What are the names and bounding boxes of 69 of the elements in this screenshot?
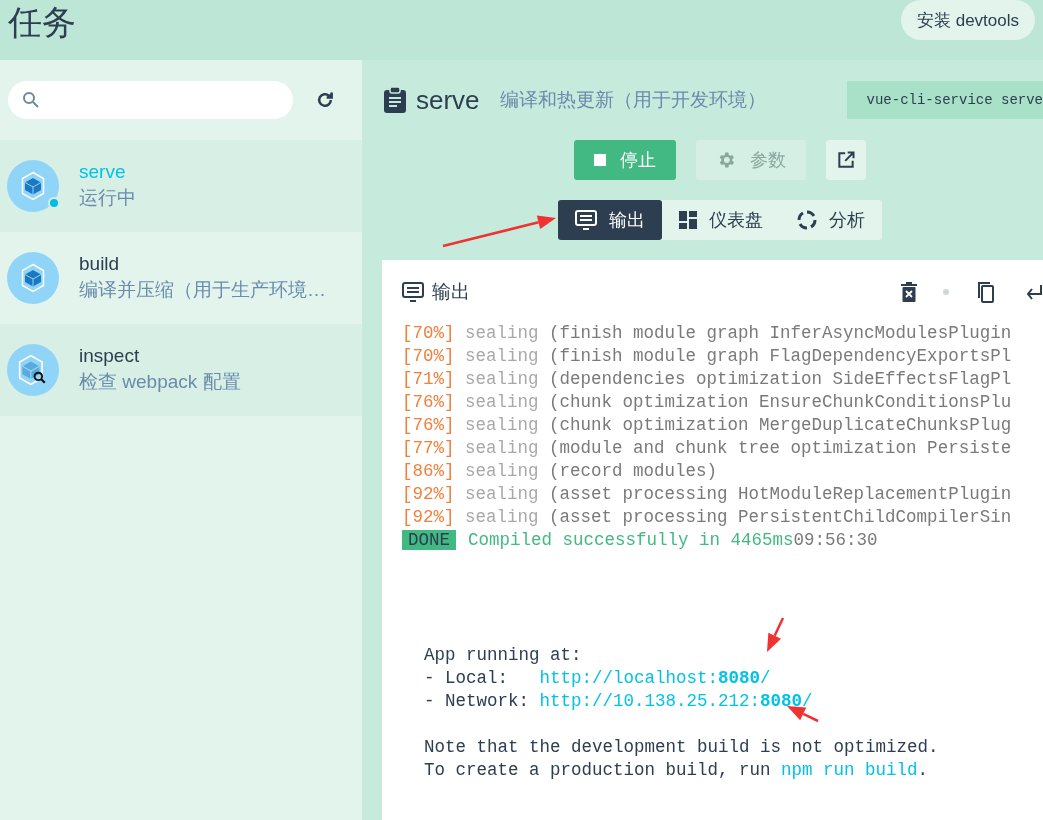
view-tab[interactable]: 分析 [779, 200, 882, 240]
dashboard-icon [678, 211, 697, 229]
progress-percent: [76%] [402, 392, 455, 412]
progress-percent: [77%] [402, 438, 455, 458]
task-subtitle: 编译和热更新（用于开发环境） [499, 88, 766, 112]
log-message: (module and chunk tree optimization Persiste [549, 438, 1012, 458]
command-label: vue-cli-service serve [846, 81, 1043, 119]
log-message: (dependencies optimization SideEffectsFlagPl [549, 369, 1012, 389]
success-message: Compiled successfully in 4465ms [468, 530, 794, 550]
log-text: . [917, 760, 929, 780]
url-label: - Local: [424, 668, 509, 688]
panel-title: 输出 [432, 280, 470, 304]
annotation-arrow [767, 617, 785, 652]
task-description: 运行中 [79, 186, 136, 210]
log-text: App running at: [424, 645, 582, 665]
log-message: (chunk optimization MergeDuplicateChunksPlug [549, 415, 1012, 435]
annotation-arrow [787, 706, 819, 723]
log-stage: sealing [465, 461, 539, 481]
log-stage: sealing [465, 392, 539, 412]
task-name: serve [79, 161, 127, 183]
open-button[interactable] [825, 140, 866, 180]
log-message: (record modules) [549, 461, 718, 481]
search-icon [22, 91, 40, 109]
monitor-icon [402, 282, 424, 302]
task-description: 检查 webpack 配置 [79, 370, 241, 394]
monitor-icon [574, 210, 597, 230]
progress-percent: [71%] [402, 369, 455, 389]
refresh-icon [315, 90, 335, 110]
clipboard-icon [384, 87, 406, 113]
log-message: (chunk optimization EnsureChunkConditionsPlu [549, 392, 1012, 412]
log-stage: sealing [465, 323, 539, 343]
view-tab[interactable]: 输出 [557, 200, 662, 240]
log-message: (asset processing PersistentChildCompilerSin [549, 507, 1012, 527]
done-badge: DONE [402, 530, 456, 550]
log-time: 09:56:30 [793, 530, 878, 550]
stop-icon [593, 154, 606, 166]
log-stage: sealing [465, 484, 539, 504]
log-stage: sealing [465, 507, 539, 527]
url-label: - Network: [424, 691, 531, 711]
progress-percent: [76%] [402, 415, 455, 435]
view-tab[interactable]: 仪表盘 [661, 200, 780, 240]
progress-percent: [86%] [402, 461, 455, 481]
separator-dot [943, 289, 949, 295]
log-message: (finish module graph FlagDependencyExportsPl [549, 346, 1012, 366]
search-field[interactable] [8, 81, 293, 119]
log-stage: sealing [465, 346, 539, 366]
external-link-icon [835, 150, 856, 170]
task-name: build [79, 253, 121, 275]
progress-percent: [70%] [402, 323, 455, 343]
log-stage: sealing [465, 438, 539, 458]
progress-percent: [92%] [402, 484, 455, 504]
log-stage: sealing [465, 415, 539, 435]
trash-icon [901, 282, 917, 302]
page-title: 任务 [8, 2, 76, 43]
install-devtools-button[interactable]: 安装 devtools [900, 0, 1035, 40]
task-name: inspect [79, 345, 141, 367]
progress-percent: [70%] [402, 346, 455, 366]
task-item[interactable]: inspect 检查 webpack 配置 [0, 324, 362, 416]
copy-icon [975, 281, 995, 303]
log-stage: sealing [465, 369, 539, 389]
return-icon [1025, 283, 1043, 301]
ring-icon [796, 210, 817, 230]
task-title: serve [416, 84, 480, 116]
log-message: (asset processing HotModuleReplacementPlugin [549, 484, 1012, 504]
log-text: To create a production build, run [424, 760, 772, 780]
log-message: (finish module graph InferAsyncModulesPlugin [549, 323, 1012, 343]
progress-percent: [92%] [402, 507, 455, 527]
task-description: 编译并压缩（用于生产环境… [79, 278, 326, 302]
log-text: Note that the development build is not optimized. [424, 737, 939, 757]
